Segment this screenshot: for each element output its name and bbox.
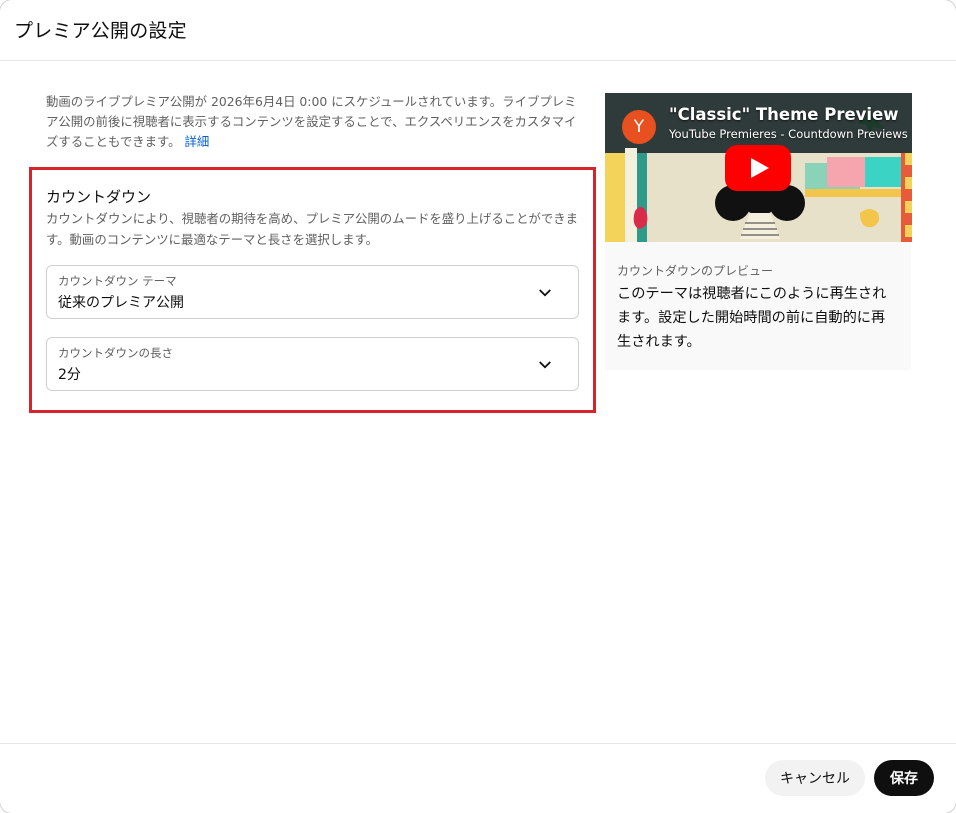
- countdown-length-label: カウントダウンの長さ: [58, 346, 173, 360]
- countdown-length-select[interactable]: カウントダウンの長さ 2分: [46, 337, 579, 391]
- dialog-title: プレミア公開の設定: [14, 20, 187, 42]
- video-preview-player[interactable]: Y "Classic" Theme Preview YouTube Premie…: [605, 93, 912, 242]
- intro-text-block: 動画のライブプレミア公開が 2026年6月4日 0:00 にスケジュールされてい…: [46, 92, 586, 152]
- intro-text: 動画のライブプレミア公開が 2026年6月4日 0:00 にスケジュールされてい…: [46, 94, 577, 149]
- dialog-header: プレミア公開の設定: [0, 0, 956, 61]
- countdown-theme-select[interactable]: カウントダウン テーマ 従来のプレミア公開: [46, 265, 579, 319]
- preview-description: このテーマは視聴者にこのように再生されます。設定した開始時間の前に自動的に再生さ…: [617, 286, 887, 350]
- save-button[interactable]: 保存: [874, 760, 934, 796]
- video-channel-name: YouTube Premieres - Countdown Previews: [669, 127, 908, 141]
- countdown-title: カウントダウン: [46, 188, 152, 206]
- play-icon[interactable]: [725, 145, 791, 191]
- countdown-theme-value: 従来のプレミア公開: [58, 295, 184, 311]
- preview-card: カウントダウンのプレビュー このテーマは視聴者にこのように再生されます。設定した…: [605, 242, 911, 370]
- channel-avatar[interactable]: Y: [622, 110, 656, 144]
- premiere-settings-dialog: プレミア公開の設定 動画のライブプレミア公開が 2026年6月4日 0:00 に…: [0, 0, 956, 813]
- learn-more-link[interactable]: 詳細: [185, 134, 210, 149]
- countdown-description: カウントダウンにより、視聴者の期待を高め、プレミア公開のムードを盛り上げることが…: [46, 211, 579, 247]
- countdown-length-value: 2分: [58, 367, 81, 383]
- video-title[interactable]: "Classic" Theme Preview: [669, 105, 899, 124]
- preview-label: カウントダウンのプレビュー: [617, 264, 774, 278]
- chevron-down-icon: [539, 289, 551, 297]
- chevron-down-icon: [539, 361, 551, 369]
- countdown-theme-label: カウントダウン テーマ: [58, 274, 177, 288]
- cancel-button[interactable]: キャンセル: [765, 760, 865, 796]
